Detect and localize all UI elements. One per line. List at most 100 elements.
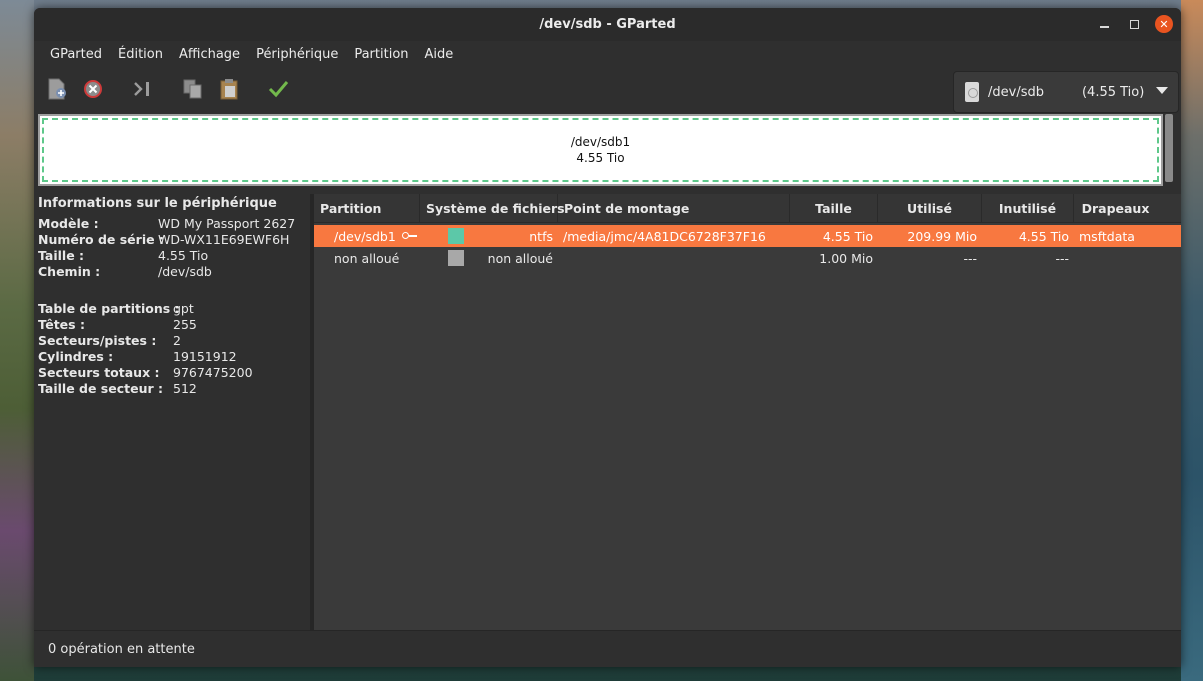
info-value: WD My Passport 2627 bbox=[158, 216, 296, 231]
cell-size: 1.00 Mio bbox=[819, 250, 873, 266]
info-row-path: Chemin : /dev/sdb bbox=[38, 264, 310, 280]
dropdown-arrow-icon bbox=[1156, 87, 1168, 94]
maximize-button[interactable] bbox=[1125, 15, 1143, 33]
menu-aide[interactable]: Aide bbox=[417, 47, 462, 62]
desktop-background-right bbox=[1181, 0, 1203, 681]
apply-button[interactable] bbox=[264, 74, 294, 104]
info-value: /dev/sdb bbox=[158, 264, 212, 279]
cell-unused: --- bbox=[1055, 250, 1069, 266]
info-value: gpt bbox=[173, 301, 194, 316]
info-row-model: Modèle : WD My Passport 2627 bbox=[38, 216, 310, 232]
resize-move-button[interactable] bbox=[128, 74, 158, 104]
delete-icon bbox=[84, 80, 102, 98]
info-label: Secteurs totaux : bbox=[38, 365, 160, 380]
paste-icon bbox=[220, 79, 238, 100]
resize-move-icon bbox=[134, 82, 149, 96]
info-label: Chemin : bbox=[38, 264, 101, 279]
partition-name: /dev/sdb1 bbox=[334, 228, 396, 244]
disk-map-partition-name: /dev/sdb1 bbox=[570, 135, 631, 149]
column-header-filesystem[interactable]: Système de fichiers bbox=[420, 194, 565, 222]
device-selector[interactable]: /dev/sdb (4.55 Tio) bbox=[953, 71, 1179, 113]
paste-button[interactable] bbox=[214, 74, 244, 104]
window-title: /dev/sdb - GParted bbox=[539, 17, 676, 32]
main-content: Informations sur le périphérique Modèle … bbox=[34, 194, 1181, 630]
disk-icon bbox=[965, 82, 979, 102]
new-partition-icon bbox=[48, 78, 66, 100]
apply-check-icon bbox=[268, 81, 289, 98]
info-row-partition-table: Table de partitions : gpt bbox=[38, 301, 310, 317]
table-row[interactable]: /dev/sdb1 ntfs /media/jmc/4A81DC6728F37F… bbox=[314, 225, 1181, 247]
cell-unused: 4.55 Tio bbox=[1018, 228, 1069, 244]
minimize-icon bbox=[1099, 26, 1109, 28]
column-header-unused[interactable]: Inutilisé bbox=[982, 194, 1074, 222]
info-value: 2 bbox=[173, 333, 181, 348]
column-header-size[interactable]: Taille bbox=[790, 194, 878, 222]
menu-partition[interactable]: Partition bbox=[346, 47, 416, 62]
cell-filesystem: non alloué bbox=[420, 247, 558, 269]
minimize-button[interactable] bbox=[1095, 15, 1113, 33]
info-label: Taille : bbox=[38, 248, 85, 263]
info-row-heads: Têtes : 255 bbox=[38, 317, 310, 333]
column-header-used[interactable]: Utilisé bbox=[878, 194, 982, 222]
filesystem-name: non alloué bbox=[487, 250, 553, 266]
menu-gparted[interactable]: GParted bbox=[42, 47, 110, 62]
cell-mount-point: /media/jmc/4A81DC6728F37F16 bbox=[563, 228, 766, 244]
cell-filesystem: ntfs bbox=[420, 225, 558, 247]
table-row[interactable]: non alloué non alloué 1.00 Mio --- --- bbox=[314, 247, 1181, 269]
menu-affichage[interactable]: Affichage bbox=[171, 47, 248, 62]
copy-button[interactable] bbox=[178, 74, 208, 104]
cell-used: 209.99 Mio bbox=[907, 228, 977, 244]
info-label: Taille de secteur : bbox=[38, 381, 164, 396]
info-value: 19151912 bbox=[173, 349, 237, 364]
delete-partition-button[interactable] bbox=[78, 74, 108, 104]
column-header-partition[interactable]: Partition bbox=[314, 194, 420, 222]
device-size: (4.55 Tio) bbox=[1081, 84, 1145, 100]
info-label: Table de partitions : bbox=[38, 301, 180, 316]
disk-map-scrollbar[interactable] bbox=[1165, 114, 1173, 182]
filesystem-color-swatch bbox=[448, 228, 464, 244]
cell-flags: msftdata bbox=[1079, 228, 1135, 244]
status-bar: 0 opération en attente bbox=[34, 630, 1181, 667]
new-partition-button[interactable] bbox=[42, 74, 72, 104]
column-header-flags[interactable]: Drapeaux bbox=[1074, 194, 1157, 222]
pending-operations-status: 0 opération en attente bbox=[48, 641, 195, 657]
info-value: 9767475200 bbox=[173, 365, 253, 380]
menu-edition[interactable]: Édition bbox=[110, 47, 171, 62]
info-row-size: Taille : 4.55 Tio bbox=[38, 248, 310, 264]
filesystem-color-swatch bbox=[448, 250, 464, 266]
menu-peripherique[interactable]: Périphérique bbox=[248, 47, 346, 62]
info-label: Cylindres : bbox=[38, 349, 114, 364]
device-info-title: Informations sur le périphérique bbox=[38, 196, 277, 211]
cell-flags bbox=[1074, 247, 1157, 269]
window-controls: ✕ bbox=[1095, 15, 1173, 33]
info-value: 255 bbox=[173, 317, 197, 332]
filesystem-name: ntfs bbox=[529, 228, 553, 244]
info-value: WD-WX11E69EWF6H bbox=[158, 232, 290, 247]
key-icon bbox=[401, 232, 418, 240]
partition-table: Partition Système de fichiers Point de m… bbox=[314, 194, 1181, 630]
info-value: 512 bbox=[173, 381, 197, 396]
title-bar[interactable]: /dev/sdb - GParted ✕ bbox=[34, 8, 1181, 41]
cell-partition: /dev/sdb1 bbox=[314, 225, 420, 247]
maximize-icon bbox=[1129, 19, 1139, 29]
close-button[interactable]: ✕ bbox=[1155, 15, 1173, 33]
partition-table-header: Partition Système de fichiers Point de m… bbox=[314, 194, 1181, 223]
info-row-serial: Numéro de série : WD-WX11E69EWF6H bbox=[38, 232, 310, 248]
cell-used: --- bbox=[963, 250, 977, 266]
info-label: Têtes : bbox=[38, 317, 85, 332]
device-info-panel: Informations sur le périphérique Modèle … bbox=[34, 194, 314, 630]
info-row-total-sectors: Secteurs totaux : 9767475200 bbox=[38, 365, 310, 381]
info-label: Modèle : bbox=[38, 216, 99, 231]
cell-partition: non alloué bbox=[314, 247, 420, 269]
info-label: Secteurs/pistes : bbox=[38, 333, 157, 348]
info-row-sectors-track: Secteurs/pistes : 2 bbox=[38, 333, 310, 349]
cell-size: 4.55 Tio bbox=[822, 228, 873, 244]
info-row-cylinders: Cylindres : 19151912 bbox=[38, 349, 310, 365]
disk-map-partition-sdb1[interactable]: /dev/sdb1 4.55 Tio bbox=[42, 118, 1159, 182]
menu-bar: GParted Édition Affichage Périphérique P… bbox=[34, 41, 1181, 67]
column-header-mount-point[interactable]: Point de montage bbox=[558, 194, 790, 222]
disk-map-area: /dev/sdb1 4.55 Tio bbox=[34, 111, 1181, 187]
device-path: /dev/sdb bbox=[988, 84, 1044, 100]
toolbar: /dev/sdb (4.55 Tio) bbox=[34, 67, 1181, 113]
disk-map-partition-size: 4.55 Tio bbox=[576, 151, 625, 165]
